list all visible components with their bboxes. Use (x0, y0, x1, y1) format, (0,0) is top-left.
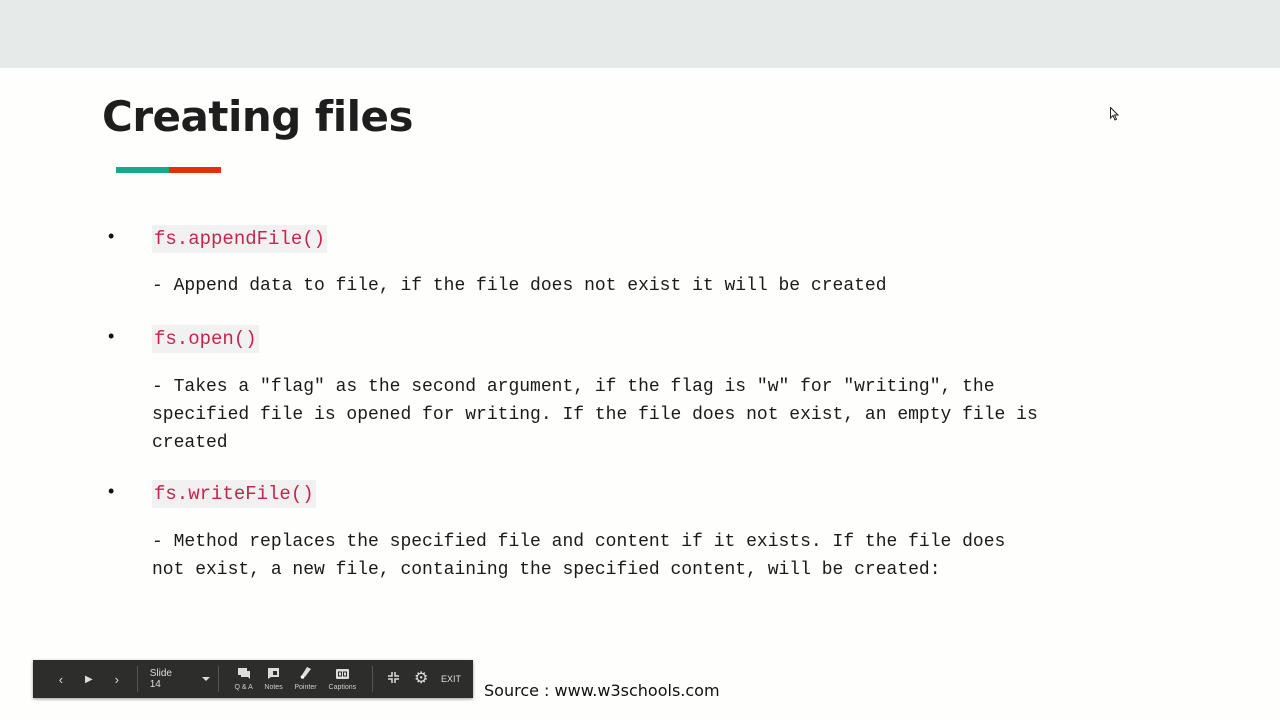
title-accent-red (169, 167, 221, 173)
bullet: • (108, 326, 115, 346)
pointer-button[interactable]: Pointer (289, 667, 323, 691)
settings-button[interactable]: ⚙ (413, 670, 429, 687)
description-open: - Takes a "flag" as the second argument,… (152, 377, 1038, 453)
source-citation: Source : www.w3schools.com (484, 681, 720, 700)
exit-fullscreen-button[interactable] (373, 672, 413, 686)
description-append-file: - Append data to file, if the file does … (152, 276, 887, 296)
notes-label: Notes (264, 683, 283, 691)
divider (217, 666, 219, 692)
captions-label: Captions (328, 683, 357, 691)
slide-selector-dropdown[interactable]: Slide 14 (138, 668, 218, 690)
notes-icon (268, 667, 280, 682)
slide-selector-label: Slide 14 (149, 668, 172, 690)
fullscreen-exit-icon (387, 672, 399, 686)
bullet: • (108, 226, 115, 246)
bullet: • (108, 481, 115, 501)
pointer-label: Pointer (294, 684, 317, 691)
exit-button[interactable]: EXIT (429, 674, 473, 684)
qa-button[interactable]: Q & A (229, 667, 259, 691)
chat-icon (237, 667, 250, 682)
captions-button[interactable]: Captions (322, 668, 362, 691)
previous-slide-button[interactable]: ‹ (47, 660, 75, 698)
presentation-toolbar: ‹ ▶ › Slide 14 Q & A Notes Pointer Capti… (33, 660, 473, 698)
closed-captions-icon (335, 668, 349, 682)
slide-title: Creating files (102, 92, 413, 141)
gear-icon: ⚙ (413, 670, 429, 687)
laser-pointer-icon (300, 667, 311, 682)
top-bar (0, 0, 1280, 68)
code-append-file: fs.appendFile() (152, 225, 328, 253)
mouse-cursor-icon (1110, 106, 1120, 126)
code-open: fs.open() (152, 325, 259, 353)
chevron-down-icon (201, 677, 210, 681)
next-slide-button[interactable]: › (103, 660, 131, 698)
code-write-file: fs.writeFile() (152, 480, 316, 508)
play-button[interactable]: ▶ (75, 660, 103, 698)
qa-label: Q & A (234, 683, 253, 691)
description-write-file: - Method replaces the specified file and… (152, 532, 1006, 580)
title-accent-green (116, 167, 169, 173)
notes-button[interactable]: Notes (259, 667, 289, 691)
